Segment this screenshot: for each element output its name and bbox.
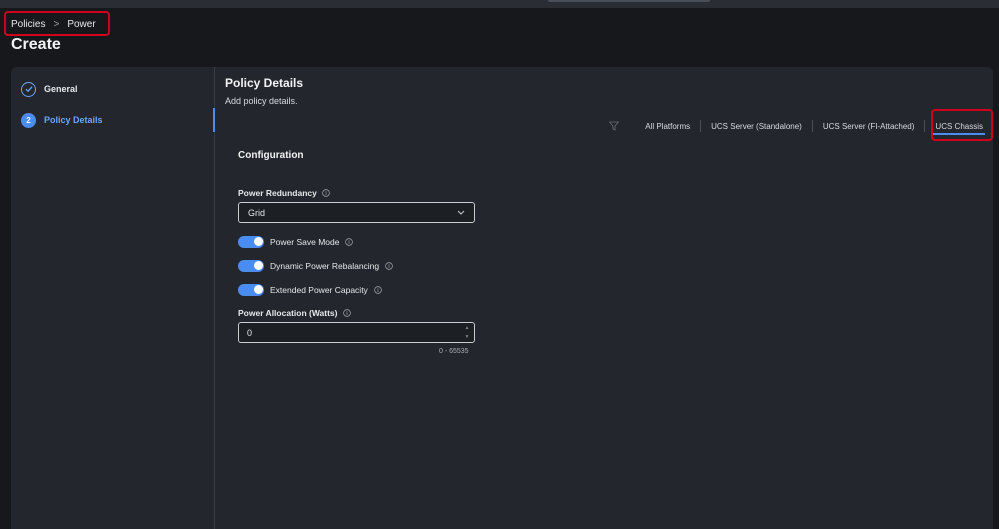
step-number-badge: 2: [21, 112, 36, 128]
policy-details-title: Policy Details: [225, 76, 304, 90]
toggle-knob: [253, 237, 263, 246]
info-icon[interactable]: [385, 261, 393, 270]
info-icon[interactable]: [374, 285, 382, 294]
step-policy-details-label: Policy Details: [44, 115, 103, 125]
stepper-up-icon[interactable]: ▲: [465, 325, 470, 331]
extended-power-capacity-toggle[interactable]: [238, 283, 264, 296]
info-icon[interactable]: [342, 309, 351, 317]
wizard-panel: General 2 Policy Details Policy Details …: [11, 67, 993, 529]
toggle-knob: [253, 261, 263, 270]
step-general-label: General: [44, 84, 78, 94]
stepper-down-icon[interactable]: ▼: [465, 334, 470, 340]
page-title: Create: [11, 36, 61, 53]
highlight-box-breadcrumb: [4, 11, 110, 36]
power-redundancy-label: Power Redundancy: [238, 188, 330, 198]
active-step-indicator: [213, 108, 215, 132]
global-search-field[interactable]: [548, 0, 710, 2]
policy-details-subtitle: Add policy details.: [225, 96, 298, 106]
check-icon: [21, 81, 36, 97]
power-redundancy-value: Grid: [248, 207, 266, 218]
policy-details-content: Policy Details Add policy details. All P…: [225, 67, 993, 529]
power-allocation-input[interactable]: 0 ▲ ▼: [238, 322, 475, 343]
filter-icon[interactable]: [609, 121, 620, 131]
tab-all-platforms[interactable]: All Platforms: [635, 122, 700, 131]
info-icon[interactable]: [322, 189, 330, 197]
power-save-mode-label: Power Save Mode: [270, 236, 340, 247]
extended-power-capacity-row: Extended Power Capacity: [238, 283, 382, 296]
power-save-mode-row: Power Save Mode: [238, 235, 354, 248]
dynamic-power-rebalancing-label: Dynamic Power Rebalancing: [270, 260, 380, 271]
power-redundancy-label-text: Power Redundancy: [238, 188, 317, 198]
extended-power-capacity-label: Extended Power Capacity: [270, 284, 368, 295]
tab-ucs-server-standalone[interactable]: UCS Server (Standalone): [701, 122, 812, 131]
power-allocation-range: 0 - 65535: [439, 348, 469, 355]
power-redundancy-select[interactable]: Grid: [238, 202, 475, 223]
top-bar: [0, 0, 999, 8]
dynamic-power-rebalancing-row: Dynamic Power Rebalancing: [238, 259, 393, 272]
step-policy-details[interactable]: 2 Policy Details: [21, 112, 103, 128]
power-allocation-value: 0: [247, 327, 253, 338]
step-general[interactable]: General: [21, 81, 78, 97]
power-save-mode-toggle[interactable]: [238, 235, 264, 248]
info-icon[interactable]: [345, 237, 354, 246]
highlight-box-ucs-chassis: [931, 109, 993, 141]
power-allocation-label: Power Allocation (Watts): [238, 308, 351, 318]
chevron-down-icon: [457, 210, 465, 215]
number-stepper[interactable]: ▲ ▼: [462, 325, 472, 340]
power-allocation-label-text: Power Allocation (Watts): [238, 308, 338, 318]
tab-ucs-server-fi-attached[interactable]: UCS Server (FI-Attached): [813, 122, 925, 131]
toggle-knob: [253, 285, 263, 294]
configuration-title: Configuration: [238, 150, 304, 161]
wizard-sidebar: General 2 Policy Details: [11, 67, 215, 529]
dynamic-power-rebalancing-toggle[interactable]: [238, 259, 264, 272]
